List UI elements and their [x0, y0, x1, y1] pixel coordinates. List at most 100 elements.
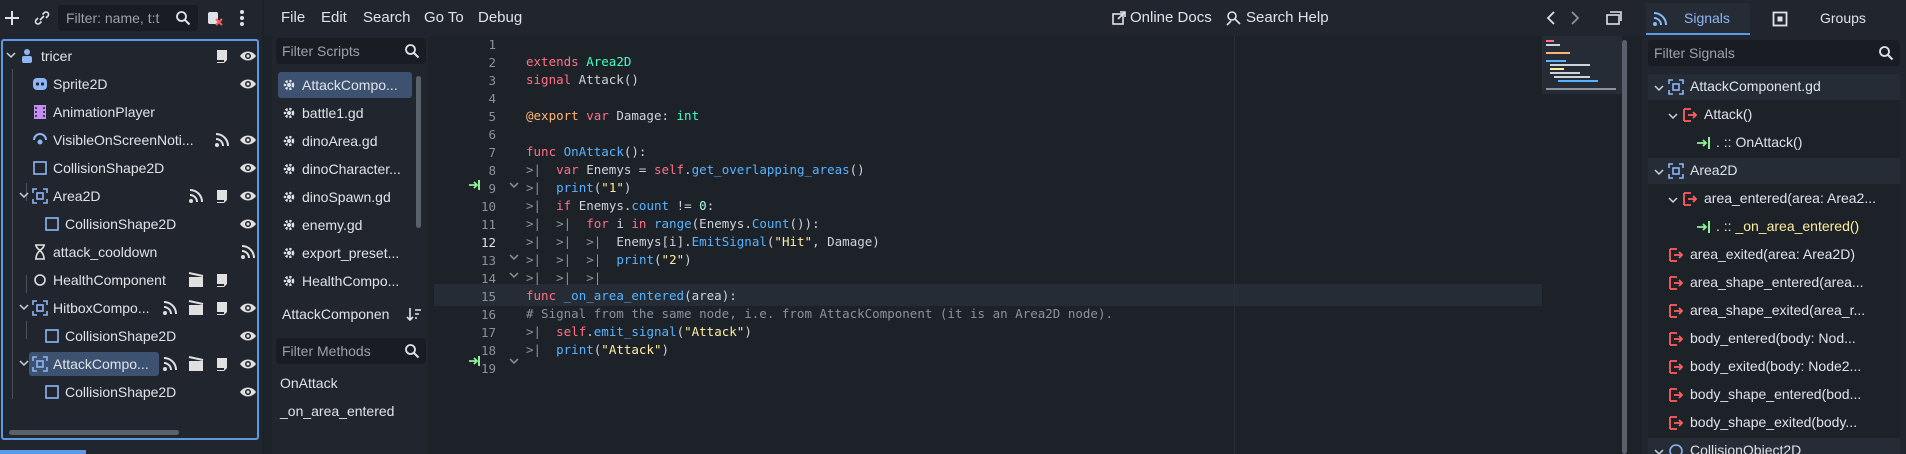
- chevron-down-icon[interactable]: [1668, 195, 1678, 205]
- connection-onattack[interactable]: . :: OnAttack(): [1648, 130, 1900, 156]
- chevron-down-icon[interactable]: [6, 50, 16, 60]
- fold-chevron-icon[interactable]: [509, 357, 519, 365]
- search-help-button[interactable]: Search Help: [1246, 9, 1329, 26]
- scene-instance-icon[interactable]: [187, 355, 205, 373]
- signal-area-entered[interactable]: area_entered(area: Area2...: [1648, 186, 1900, 212]
- connection-slot-icon[interactable]: [468, 355, 482, 367]
- tree-node-hitboxcomponent[interactable]: HitboxCompo...: [3, 294, 257, 322]
- tree-node-collisionshape2d[interactable]: CollisionShape2D: [3, 154, 257, 182]
- signal-row[interactable]: body_entered(body: Nod...: [1648, 326, 1900, 352]
- signal-group-collisionobject2d[interactable]: CollisionObject2D: [1648, 438, 1900, 454]
- code-editor[interactable]: 1 2 3 4 5 6 7 8 9 10 11 12 13 14 15 16 17 18 19 extends Ar…: [434, 36, 1627, 454]
- filter-methods-input[interactable]: Filter Methods: [276, 338, 426, 364]
- chevron-down-icon[interactable]: [1654, 447, 1664, 454]
- chevron-right-icon[interactable]: [1570, 11, 1580, 25]
- tree-node-healthcomponent[interactable]: HealthComponent: [3, 266, 257, 294]
- method-on-area-entered[interactable]: _on_area_entered: [280, 403, 394, 419]
- tree-node-animationplayer[interactable]: AnimationPlayer: [3, 98, 257, 126]
- visibility-eye-icon[interactable]: [239, 383, 257, 401]
- chevron-down-icon[interactable]: [19, 190, 29, 200]
- connection-on-area-entered[interactable]: . :: _on_area_entered(): [1648, 214, 1900, 240]
- signal-row[interactable]: body_shape_entered(bod...: [1648, 382, 1900, 408]
- visibility-eye-icon[interactable]: [239, 355, 257, 373]
- script-icon[interactable]: [213, 299, 231, 317]
- window-toggle-icon[interactable]: [1606, 10, 1622, 26]
- tree-node-collisionshape2d[interactable]: CollisionShape2D: [3, 210, 257, 238]
- minimap[interactable]: [1542, 36, 1626, 454]
- script-list-scrollbar[interactable]: [416, 76, 421, 228]
- filter-signals-input[interactable]: Filter Signals: [1648, 40, 1900, 66]
- signal-icon[interactable]: [239, 243, 257, 261]
- visibility-eye-icon[interactable]: [239, 47, 257, 65]
- visibility-eye-icon[interactable]: [239, 215, 257, 233]
- script-item[interactable]: enemy.gd: [278, 212, 412, 238]
- connection-slot-icon[interactable]: [468, 179, 482, 191]
- add-node-icon[interactable]: [3, 9, 21, 27]
- chevron-down-icon[interactable]: [19, 302, 29, 312]
- script-item[interactable]: dinoCharacter...: [278, 156, 412, 182]
- signal-icon[interactable]: [213, 131, 231, 149]
- signal-attack[interactable]: Attack(): [1648, 102, 1900, 128]
- method-onattack[interactable]: OnAttack: [280, 375, 338, 391]
- tree-node-attackcomponent[interactable]: AttackCompo...: [3, 350, 257, 378]
- script-icon[interactable]: [213, 271, 231, 289]
- menu-edit[interactable]: Edit: [321, 9, 347, 26]
- script-remove-icon[interactable]: [205, 9, 223, 27]
- script-icon[interactable]: [213, 355, 231, 373]
- visibility-eye-icon[interactable]: [239, 159, 257, 177]
- script-item[interactable]: dinoArea.gd: [278, 128, 412, 154]
- signal-icon[interactable]: [161, 299, 179, 317]
- signal-icon[interactable]: [187, 187, 205, 205]
- signal-row[interactable]: body_shape_exited(body...: [1648, 410, 1900, 436]
- tree-node-collisionshape2d[interactable]: CollisionShape2D: [3, 378, 257, 406]
- signal-row[interactable]: area_shape_entered(area...: [1648, 270, 1900, 296]
- chevron-down-icon[interactable]: [19, 358, 29, 368]
- script-item[interactable]: dinoSpawn.gd: [278, 184, 412, 210]
- tab-signals[interactable]: Signals: [1646, 3, 1750, 35]
- script-icon[interactable]: [213, 187, 231, 205]
- menu-file[interactable]: File: [281, 9, 305, 26]
- menu-goto[interactable]: Go To: [424, 9, 464, 26]
- menu-debug[interactable]: Debug: [478, 9, 522, 26]
- fold-chevron-icon[interactable]: [509, 181, 519, 189]
- chevron-down-icon[interactable]: [1654, 83, 1664, 93]
- chevron-down-icon[interactable]: [1654, 167, 1664, 177]
- more-options-icon[interactable]: [238, 9, 246, 27]
- online-docs-button[interactable]: Online Docs: [1130, 9, 1212, 26]
- tree-node-tricer[interactable]: tricer: [3, 42, 257, 70]
- filter-scripts-input[interactable]: Filter Scripts: [276, 38, 426, 64]
- script-item[interactable]: HealthCompo...: [278, 268, 412, 294]
- signal-group-attackcomponent[interactable]: AttackComponent.gd: [1648, 74, 1900, 100]
- visibility-eye-icon[interactable]: [239, 131, 257, 149]
- editor-scrollbar[interactable]: [1622, 40, 1627, 454]
- visibility-eye-icon[interactable]: [239, 327, 257, 345]
- horizontal-scrollbar[interactable]: [9, 430, 179, 435]
- fold-chevron-icon[interactable]: [509, 253, 519, 261]
- visibility-eye-icon[interactable]: [239, 299, 257, 317]
- sort-icon[interactable]: [406, 306, 422, 322]
- signal-group-area2d[interactable]: Area2D: [1648, 158, 1900, 184]
- signal-row[interactable]: body_exited(body: Node2...: [1648, 354, 1900, 380]
- tree-node-sprite2d[interactable]: Sprite2D: [3, 70, 257, 98]
- script-item[interactable]: export_preset...: [278, 240, 412, 266]
- tab-groups[interactable]: Groups: [1754, 3, 1904, 35]
- tree-node-attack-cooldown[interactable]: attack_cooldown: [3, 238, 257, 266]
- fold-chevron-icon[interactable]: [509, 271, 519, 279]
- visibility-eye-icon[interactable]: [239, 75, 257, 93]
- chevron-left-icon[interactable]: [1546, 11, 1556, 25]
- script-item[interactable]: AttackCompo...: [278, 72, 412, 98]
- signal-row[interactable]: area_shape_exited(area_r...: [1648, 298, 1900, 324]
- visibility-eye-icon[interactable]: [239, 187, 257, 205]
- chevron-down-icon[interactable]: [1668, 111, 1678, 121]
- link-icon[interactable]: [33, 9, 51, 27]
- signal-icon[interactable]: [161, 355, 179, 373]
- menu-search[interactable]: Search: [363, 9, 411, 26]
- scene-instance-icon[interactable]: [187, 299, 205, 317]
- tree-node-collisionshape2d[interactable]: CollisionShape2D: [3, 322, 257, 350]
- signal-row[interactable]: area_exited(area: Area2D): [1648, 242, 1900, 268]
- scene-filter-input[interactable]: Filter: name, t:t: [58, 5, 198, 31]
- scene-instance-icon[interactable]: [187, 271, 205, 289]
- tree-node-area2d[interactable]: Area2D: [3, 182, 257, 210]
- tree-node-visibleonscreen[interactable]: VisibleOnScreenNoti...: [3, 126, 257, 154]
- script-icon[interactable]: [213, 47, 231, 65]
